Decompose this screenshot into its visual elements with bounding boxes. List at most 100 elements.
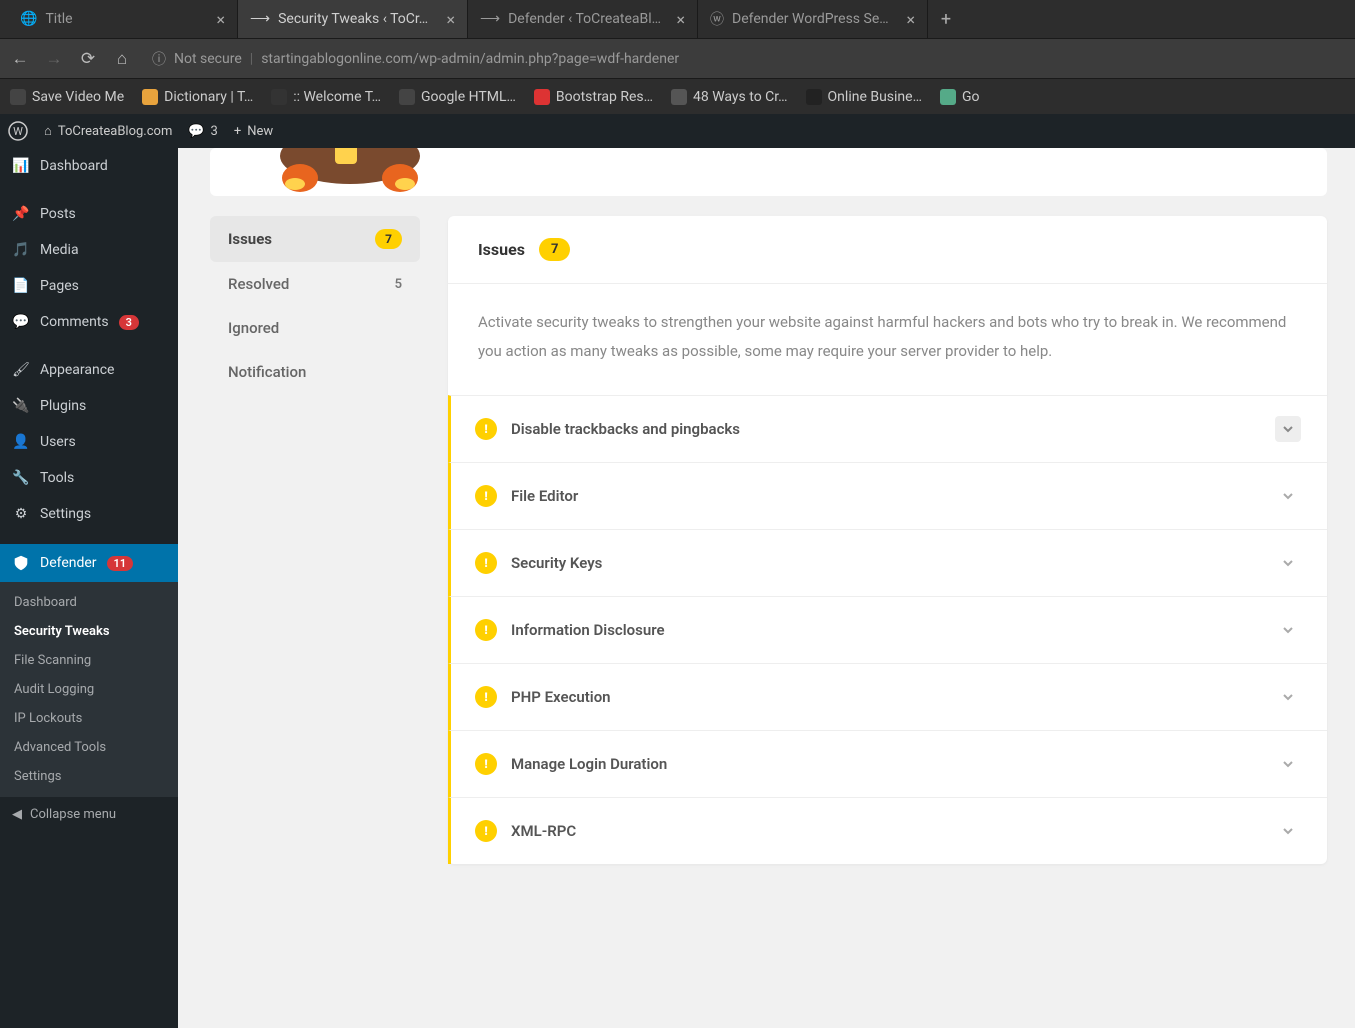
submenu-ip-lockouts[interactable]: IP Lockouts	[0, 704, 178, 733]
close-icon[interactable]: ×	[446, 10, 455, 29]
new-link[interactable]: +New	[234, 124, 273, 139]
sidebar-item-media[interactable]: 🎵Media	[0, 232, 178, 268]
comments-link[interactable]: 💬3	[188, 124, 218, 139]
bookmark[interactable]: 48 Ways to Cr…	[671, 89, 788, 105]
sidebar-item-pages[interactable]: 📄Pages	[0, 268, 178, 304]
site-icon	[534, 89, 550, 105]
tab-title: Defender WordPress Se…	[732, 11, 898, 27]
site-icon	[806, 89, 822, 105]
chevron-down-icon[interactable]	[1275, 483, 1301, 509]
sidebar-item-posts[interactable]: 📌Posts	[0, 196, 178, 232]
sidebar-item-dashboard[interactable]: 📊Dashboard	[0, 148, 178, 184]
bookmark[interactable]: Online Busine…	[806, 89, 922, 105]
bookmark[interactable]: :: Welcome T…	[271, 89, 381, 105]
chevron-down-icon[interactable]	[1275, 751, 1301, 777]
brush-icon: 🖌	[12, 362, 30, 378]
tab-notification[interactable]: Notification	[210, 350, 420, 394]
close-icon[interactable]: ×	[216, 10, 225, 29]
panel-description: Activate security tweaks to strengthen y…	[448, 284, 1327, 395]
browser-tab[interactable]: ⓦ Defender WordPress Se… ×	[698, 0, 928, 38]
wp-logo[interactable]: W	[8, 121, 28, 141]
submenu-settings[interactable]: Settings	[0, 762, 178, 791]
reload-icon[interactable]: ⟳	[78, 49, 98, 69]
warning-icon: !	[475, 820, 497, 842]
submenu-audit-logging[interactable]: Audit Logging	[0, 675, 178, 704]
tab-issues[interactable]: Issues 7	[210, 216, 420, 262]
site-icon	[399, 89, 415, 105]
settings-icon: ⚙	[12, 506, 30, 522]
tweak-item[interactable]: ! File Editor	[448, 462, 1327, 529]
submenu-advanced-tools[interactable]: Advanced Tools	[0, 733, 178, 762]
chevron-down-icon[interactable]	[1275, 818, 1301, 844]
page-icon: 📄	[12, 278, 30, 294]
site-home[interactable]: ⌂ToCreateaBlog.com	[44, 123, 172, 139]
tweak-item[interactable]: ! Security Keys	[448, 529, 1327, 596]
chevron-down-icon[interactable]	[1275, 416, 1301, 442]
new-tab-button[interactable]: +	[928, 0, 964, 38]
tweak-item[interactable]: ! Information Disclosure	[448, 596, 1327, 663]
site-icon	[940, 89, 956, 105]
tweak-title: XML-RPC	[511, 822, 1261, 840]
submenu-security-tweaks[interactable]: Security Tweaks	[0, 617, 178, 646]
bookmark[interactable]: Bootstrap Res…	[534, 89, 653, 105]
count-badge: 11	[107, 556, 134, 571]
sidebar-item-defender[interactable]: Defender 11	[0, 544, 178, 582]
bookmark[interactable]: Go	[940, 89, 980, 105]
wp-sidebar: 📊Dashboard 📌Posts 🎵Media 📄Pages 💬Comment…	[0, 148, 178, 1028]
browser-tab[interactable]: 🌐 Title ×	[8, 0, 238, 38]
warning-icon: !	[475, 753, 497, 775]
count-badge: 3	[119, 315, 139, 330]
sidebar-item-comments[interactable]: 💬Comments3	[0, 304, 178, 340]
chevron-down-icon[interactable]	[1275, 617, 1301, 643]
bookmarks-bar: Save Video Me Dictionary | T… :: Welcome…	[0, 78, 1355, 114]
submenu-dashboard[interactable]: Dashboard	[0, 588, 178, 617]
tab-ignored[interactable]: Ignored	[210, 306, 420, 350]
globe-icon	[10, 89, 26, 105]
close-icon[interactable]: ×	[906, 10, 915, 29]
warning-icon: !	[475, 619, 497, 641]
active-indicator	[178, 555, 186, 571]
tweak-item[interactable]: ! Disable trackbacks and pingbacks	[448, 395, 1327, 462]
mascot-image	[210, 148, 410, 196]
close-icon[interactable]: ×	[676, 10, 685, 29]
tabs-sidebar: Issues 7 Resolved 5 Ignored Notification	[210, 216, 420, 394]
sidebar-item-settings[interactable]: ⚙Settings	[0, 496, 178, 532]
sidebar-item-appearance[interactable]: 🖌Appearance	[0, 352, 178, 388]
tweak-title: Security Keys	[511, 554, 1261, 572]
address-bar[interactable]: ⓘ Not secure | startingablogonline.com/w…	[146, 49, 1345, 69]
sidebar-item-plugins[interactable]: 🔌Plugins	[0, 388, 178, 424]
count-badge: 7	[539, 238, 570, 261]
bookmark[interactable]: Save Video Me	[10, 89, 124, 105]
user-icon: 👤	[12, 434, 30, 450]
chevron-down-icon[interactable]	[1275, 550, 1301, 576]
wrench-icon: 🔧	[12, 470, 30, 486]
collapse-menu[interactable]: ◀Collapse menu	[0, 797, 178, 832]
tab-resolved[interactable]: Resolved 5	[210, 262, 420, 306]
site-icon: ⟶	[250, 11, 270, 27]
chevron-down-icon[interactable]	[1275, 684, 1301, 710]
panel-header: Issues 7	[448, 216, 1327, 284]
forward-icon[interactable]: →	[44, 49, 64, 69]
sidebar-item-users[interactable]: 👤Users	[0, 424, 178, 460]
warning-icon: !	[475, 686, 497, 708]
panel-title: Issues	[478, 240, 525, 259]
bookmark[interactable]: Google HTML…	[399, 89, 516, 105]
dashboard-icon: 📊	[12, 158, 30, 174]
wordpress-icon: ⓦ	[710, 9, 724, 29]
tweak-item[interactable]: ! PHP Execution	[448, 663, 1327, 730]
count-badge: 7	[375, 229, 402, 249]
bookmark[interactable]: Dictionary | T…	[142, 89, 253, 105]
tweak-item[interactable]: ! XML-RPC	[448, 797, 1327, 864]
home-icon[interactable]: ⌂	[112, 49, 132, 69]
warning-icon: !	[475, 552, 497, 574]
tweak-item[interactable]: ! Manage Login Duration	[448, 730, 1327, 797]
warning-icon: !	[475, 418, 497, 440]
tab-title: Title	[45, 11, 208, 27]
comment-icon: 💬	[188, 124, 204, 139]
site-icon	[671, 89, 687, 105]
submenu-file-scanning[interactable]: File Scanning	[0, 646, 178, 675]
browser-tab[interactable]: ⟶ Security Tweaks ‹ ToCr… ×	[238, 0, 468, 38]
sidebar-item-tools[interactable]: 🔧Tools	[0, 460, 178, 496]
browser-tab[interactable]: ⟶ Defender ‹ ToCreateaBl… ×	[468, 0, 698, 38]
back-icon[interactable]: ←	[10, 49, 30, 69]
